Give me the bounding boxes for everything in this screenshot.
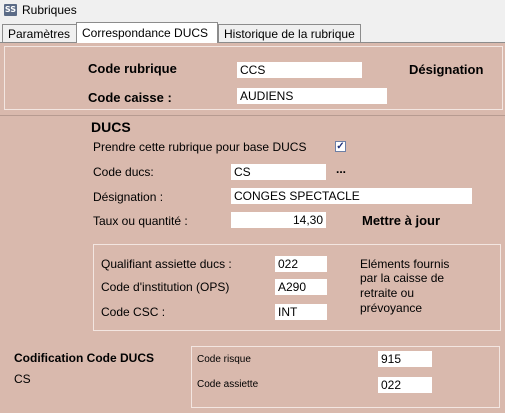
tab-parametres[interactable]: Paramètres bbox=[2, 24, 78, 42]
app-icon: SS bbox=[4, 4, 17, 16]
tab-strip: Paramètres Correspondance DUCS Historiqu… bbox=[0, 21, 505, 43]
csc-field[interactable]: INT bbox=[275, 304, 327, 320]
codification-heading: Codification Code DUCS bbox=[14, 351, 154, 365]
qualifiant-field[interactable]: 022 bbox=[275, 256, 327, 272]
taux-field[interactable]: 14,30 bbox=[231, 212, 326, 228]
institution-field[interactable]: A290 bbox=[275, 279, 327, 295]
caisse-note-line4: prévoyance bbox=[360, 301, 423, 315]
caisse-note-line3: retraite ou bbox=[360, 286, 415, 300]
designation-heading: Désignation bbox=[409, 62, 484, 77]
code-ducs-label: Code ducs: bbox=[93, 165, 154, 179]
window-titlebar: SS Rubriques bbox=[0, 0, 505, 22]
update-button[interactable]: Mettre à jour bbox=[362, 213, 440, 228]
qualifiant-label: Qualifiant assiette ducs : bbox=[101, 257, 232, 271]
window-title: Rubriques bbox=[22, 3, 77, 17]
caisse-note-line2: par la caisse de bbox=[360, 271, 445, 285]
code-ducs-field[interactable]: CS bbox=[231, 164, 326, 180]
institution-label: Code d'institution (OPS) bbox=[101, 280, 230, 294]
designation-label: Désignation : bbox=[93, 190, 164, 204]
base-ducs-label: Prendre cette rubrique pour base DUCS bbox=[93, 140, 307, 154]
codification-value: CS bbox=[14, 372, 31, 386]
csc-label: Code CSC : bbox=[101, 305, 166, 319]
code-risque-label: Code risque bbox=[197, 354, 251, 365]
designation-field[interactable]: CONGES SPECTACLE bbox=[231, 188, 472, 204]
tab-historique-rubrique[interactable]: Historique de la rubrique bbox=[218, 24, 361, 42]
code-rubrique-label: Code rubrique bbox=[88, 61, 177, 76]
code-rubrique-field[interactable]: CCS bbox=[237, 62, 362, 78]
code-risque-field[interactable]: 915 bbox=[378, 351, 432, 367]
code-caisse-field[interactable]: AUDIENS bbox=[237, 88, 387, 104]
caisse-note-line1: Eléments fournis bbox=[360, 257, 450, 271]
base-ducs-checkbox[interactable]: ✓ bbox=[335, 141, 346, 152]
code-ducs-lookup-button[interactable]: ... bbox=[336, 162, 346, 176]
ducs-heading: DUCS bbox=[91, 119, 131, 135]
code-caisse-label: Code caisse : bbox=[88, 90, 172, 105]
section-divider bbox=[0, 115, 505, 116]
taux-label: Taux ou quantité : bbox=[93, 214, 188, 228]
tab-correspondance-ducs[interactable]: Correspondance DUCS bbox=[76, 22, 218, 43]
code-assiette-label: Code assiette bbox=[197, 379, 259, 390]
code-assiette-field[interactable]: 022 bbox=[378, 377, 432, 393]
